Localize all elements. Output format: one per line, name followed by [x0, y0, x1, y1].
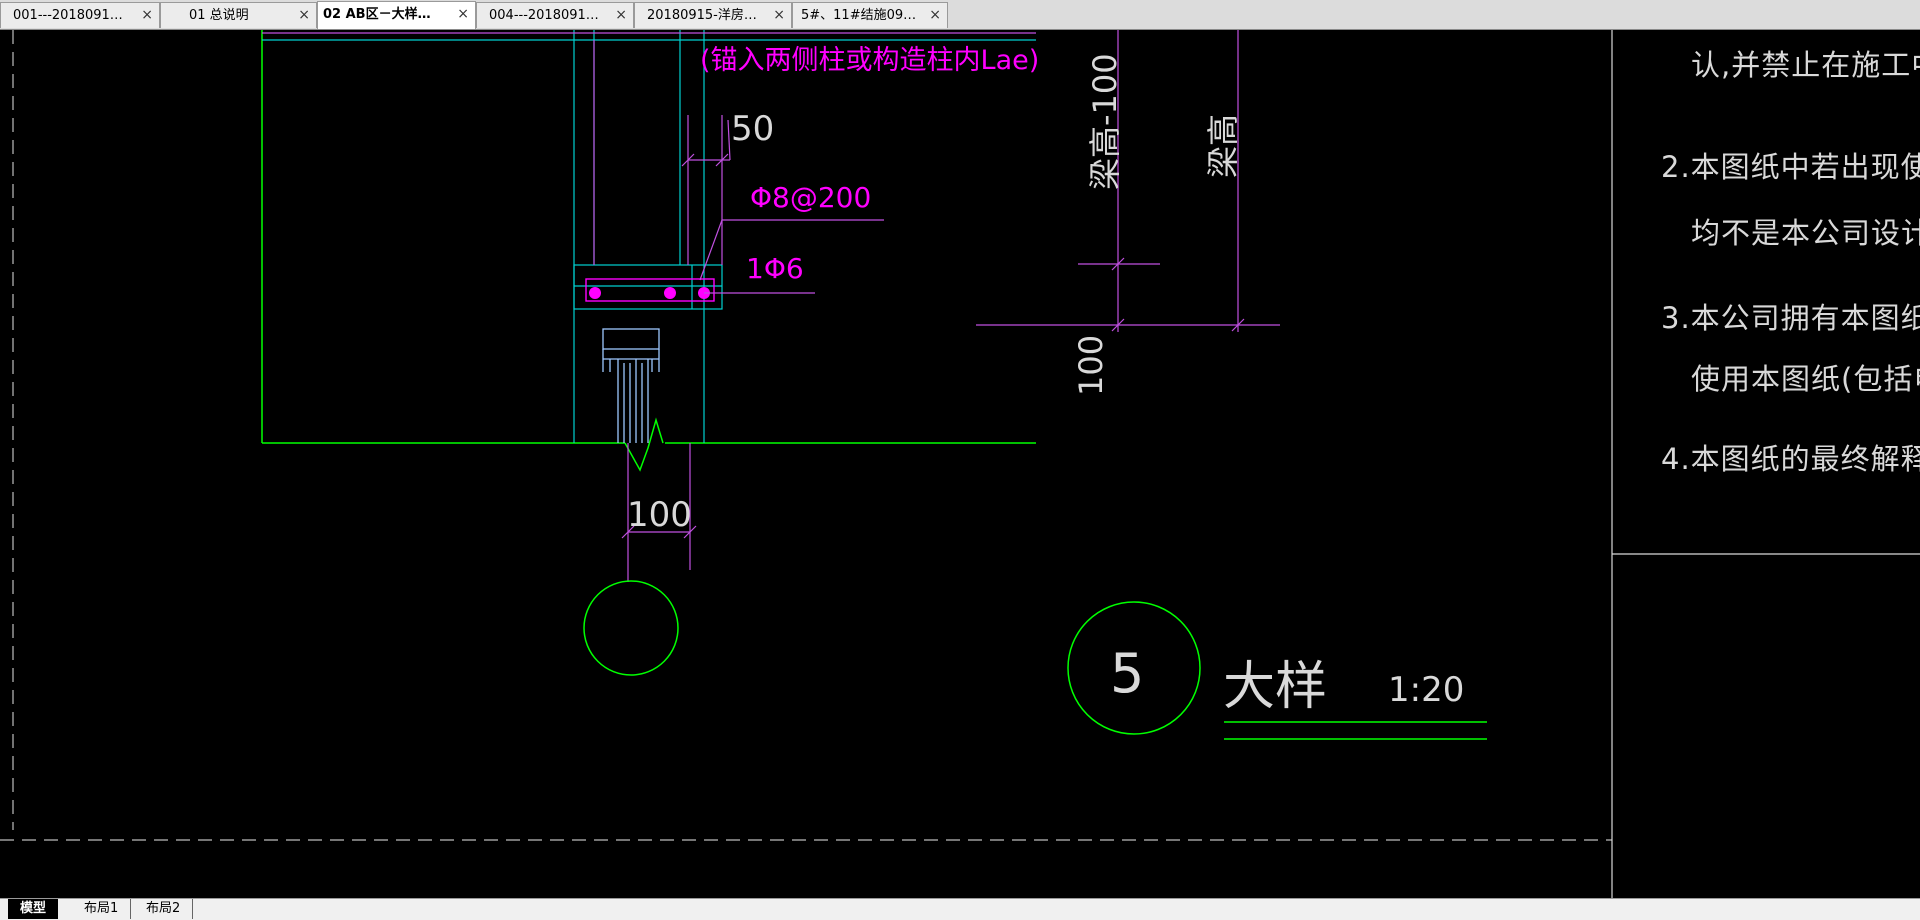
- tab-label: 001---2018091…: [13, 8, 123, 23]
- beam-height-text: 梁高: [1204, 114, 1242, 178]
- dim-100-bottom-text: 100: [627, 495, 692, 535]
- layout-tab-bar: 模型 布局1 布局2: [0, 898, 1920, 920]
- window-frame-profile: [602, 328, 660, 443]
- tab-label: 004---2018091…: [489, 8, 599, 23]
- bar-label-text: 1Φ6: [746, 252, 804, 285]
- tab-ab-detail[interactable]: 02 AB区－大样… ×: [317, 1, 476, 29]
- dim-50-text: 50: [731, 109, 774, 149]
- close-icon[interactable]: ×: [457, 2, 469, 27]
- detail-scale-text: 1:20: [1388, 670, 1464, 710]
- rebar-dot-1: [589, 287, 601, 299]
- beam-height-minus-text: 梁高-100: [1086, 53, 1124, 190]
- section-marker-circle: [583, 580, 679, 676]
- stirrup-outline: [585, 278, 715, 302]
- detail-title-text: 大样: [1223, 657, 1327, 717]
- tab-label: 02 AB区－大样…: [323, 7, 431, 22]
- rebar-dot-2: [664, 287, 676, 299]
- tab-label: 20180915-洋房5…: [647, 8, 761, 23]
- drawing-canvas[interactable]: (锚入两侧柱或构造柱内Lae) 50 Φ8@200 1Φ6 100 梁高-100…: [0, 30, 1920, 898]
- tab-model[interactable]: 模型: [8, 899, 59, 919]
- note-line-4: 3.本公司拥有本图纸的: [1661, 301, 1920, 335]
- close-icon[interactable]: ×: [615, 3, 627, 28]
- detail-number-text: 5: [1110, 642, 1144, 705]
- tab-001[interactable]: 001---2018091… ×: [0, 2, 160, 28]
- tab-layout2[interactable]: 布局2: [134, 899, 194, 919]
- tab-20180915[interactable]: 20180915-洋房5… ×: [634, 2, 792, 28]
- tab-label: 01 总说明: [189, 8, 249, 23]
- note-line-1: 认,并禁止在施工中使: [1691, 48, 1920, 82]
- stirrup-label-text: Φ8@200: [750, 181, 871, 214]
- note-line-5: 使用本图纸(包括电子: [1691, 362, 1920, 396]
- close-icon[interactable]: ×: [141, 3, 153, 28]
- cad-drawing: (锚入两侧柱或构造柱内Lae) 50 Φ8@200 1Φ6 100 梁高-100…: [0, 30, 1920, 898]
- note-line-2: 2.本图纸中若出现使用: [1661, 150, 1920, 184]
- dim-100-side-text: 100: [1072, 335, 1110, 396]
- tab-004[interactable]: 004---2018091… ×: [476, 2, 634, 28]
- note-line-3: 均不是本公司设计人: [1691, 216, 1920, 250]
- close-icon[interactable]: ×: [929, 3, 941, 28]
- close-icon[interactable]: ×: [298, 3, 310, 28]
- wall-outline: [261, 30, 1036, 472]
- column-lines: [262, 30, 1036, 443]
- anchor-note-text: (锚入两侧柱或构造柱内Lae): [700, 45, 1039, 76]
- note-line-6: 4.本图纸的最终解释权: [1661, 442, 1920, 476]
- close-icon[interactable]: ×: [773, 3, 785, 28]
- tab-label: 5#、11#结施091…: [801, 8, 917, 23]
- tab-layout1[interactable]: 布局1: [72, 899, 132, 919]
- tab-general-notes[interactable]: 01 总说明 ×: [160, 2, 317, 28]
- document-tab-bar: 001---2018091… × 01 总说明 × 02 AB区－大样… × 0…: [0, 0, 1920, 30]
- tab-5-11[interactable]: 5#、11#结施091… ×: [792, 2, 948, 28]
